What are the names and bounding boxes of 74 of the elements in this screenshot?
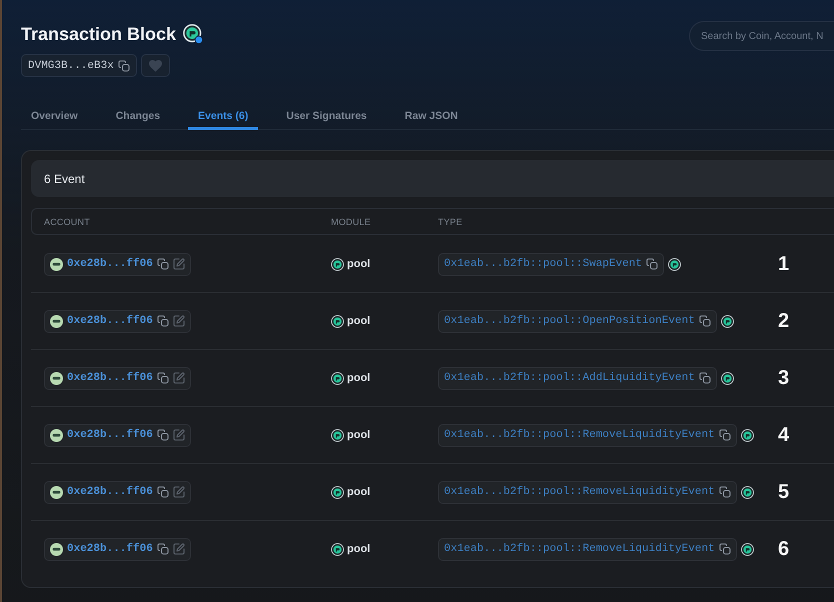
account-address[interactable]: 0xe28b...ff06 xyxy=(67,314,153,328)
logo-icon xyxy=(331,428,344,442)
copy-icon[interactable] xyxy=(698,372,711,384)
account-address[interactable]: 0xe28b...ff06 xyxy=(67,485,153,499)
step-number: 4 xyxy=(777,424,790,446)
avatar-icon xyxy=(50,372,63,384)
avatar-icon xyxy=(50,258,63,270)
logo-icon xyxy=(720,314,734,328)
module-name[interactable]: pool xyxy=(347,486,370,498)
event-type[interactable]: 0x1eab...b2fb::pool::SwapEvent xyxy=(444,257,642,271)
copy-icon[interactable] xyxy=(698,315,711,327)
copy-icon[interactable] xyxy=(646,258,658,270)
module-name[interactable]: pool xyxy=(347,258,370,270)
verified-logo-icon xyxy=(183,24,204,44)
tab[interactable]: Raw JSON xyxy=(394,100,468,130)
logo-icon xyxy=(740,428,754,442)
edit-icon[interactable] xyxy=(172,543,185,555)
copy-icon[interactable] xyxy=(156,429,169,441)
logo-icon xyxy=(740,542,754,556)
tab[interactable]: Events (6) xyxy=(188,100,258,130)
logo-icon xyxy=(668,258,682,270)
account-address[interactable]: 0xe28b...ff06 xyxy=(67,428,153,442)
copy-icon[interactable] xyxy=(156,486,169,498)
step-number: 1 xyxy=(777,253,790,275)
logo-icon xyxy=(331,486,344,498)
event-type[interactable]: 0x1eab...b2fb::pool::OpenPositionEvent xyxy=(444,314,695,328)
tab[interactable]: Changes xyxy=(106,100,170,130)
step-number: 2 xyxy=(777,310,790,332)
copy-icon[interactable] xyxy=(156,543,169,555)
account-address[interactable]: 0xe28b...ff06 xyxy=(67,371,153,385)
event-type[interactable]: 0x1eab...b2fb::pool::RemoveLiquidityEvent xyxy=(444,428,715,442)
edit-icon[interactable] xyxy=(172,258,185,270)
copy-icon[interactable] xyxy=(156,258,169,270)
module-name[interactable]: pool xyxy=(347,429,370,441)
avatar-icon xyxy=(50,486,63,498)
logo-icon xyxy=(331,258,344,270)
panel-title: 6 Event xyxy=(31,160,834,197)
transaction-digest: DVMG3B...eB3x xyxy=(28,58,114,72)
module-name[interactable]: pool xyxy=(347,315,370,327)
tab[interactable]: Overview xyxy=(21,100,88,130)
edit-icon[interactable] xyxy=(172,429,185,441)
page-title: Transaction Block xyxy=(21,23,176,45)
edit-icon[interactable] xyxy=(172,486,185,498)
step-number: 5 xyxy=(777,481,790,503)
copy-icon[interactable] xyxy=(718,486,731,498)
column-header: TYPE xyxy=(438,216,462,226)
avatar-icon xyxy=(50,314,63,328)
module-name[interactable]: pool xyxy=(347,372,370,384)
module-name[interactable]: pool xyxy=(347,543,370,555)
event-type[interactable]: 0x1eab...b2fb::pool::RemoveLiquidityEvent xyxy=(444,485,715,499)
column-header: MODULE xyxy=(331,216,371,226)
copy-icon[interactable] xyxy=(156,315,169,327)
tab[interactable]: User Signatures xyxy=(276,100,377,130)
step-number: 6 xyxy=(777,538,790,560)
copy-icon[interactable] xyxy=(718,543,731,555)
event-type[interactable]: 0x1eab...b2fb::pool::AddLiquidityEvent xyxy=(444,371,695,385)
logo-icon xyxy=(740,486,754,498)
logo-icon xyxy=(331,372,344,384)
copy-icon[interactable] xyxy=(118,60,130,72)
edit-icon[interactable] xyxy=(172,372,185,384)
copy-icon[interactable] xyxy=(156,372,169,384)
account-address[interactable]: 0xe28b...ff06 xyxy=(67,257,153,271)
copy-icon[interactable] xyxy=(718,429,731,441)
logo-icon xyxy=(720,372,734,384)
column-header: ACCOUNT xyxy=(44,216,90,226)
search-field[interactable]: Search by Coin, Account, N xyxy=(689,21,834,51)
logo-icon xyxy=(331,314,344,328)
account-address[interactable]: 0xe28b...ff06 xyxy=(67,542,153,556)
avatar-icon xyxy=(50,428,63,442)
event-type[interactable]: 0x1eab...b2fb::pool::RemoveLiquidityEvent xyxy=(444,542,715,556)
edit-icon[interactable] xyxy=(172,315,185,327)
avatar-icon xyxy=(50,542,63,556)
logo-icon xyxy=(331,542,344,556)
step-number: 3 xyxy=(777,367,790,389)
